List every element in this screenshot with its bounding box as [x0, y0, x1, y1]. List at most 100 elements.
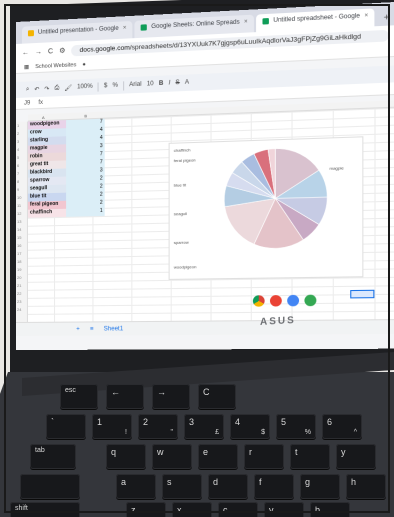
row-number[interactable]: 11: [17, 203, 21, 208]
key-letter-row4-5[interactable]: b: [310, 502, 350, 517]
row-number[interactable]: 20: [17, 275, 21, 280]
key-label: q: [111, 447, 117, 457]
row-number[interactable]: 6: [17, 163, 19, 168]
paint-format-icon[interactable]: 🖌: [64, 84, 72, 91]
row-number[interactable]: 3: [17, 139, 19, 144]
row-number[interactable]: 13: [17, 219, 21, 224]
bold-icon[interactable]: B: [159, 81, 164, 87]
row-number[interactable]: 12: [17, 211, 21, 216]
key-1[interactable]: ←: [106, 384, 144, 409]
close-icon[interactable]: ×: [364, 13, 368, 20]
key-number-2[interactable]: 2 ": [138, 414, 178, 439]
row-number[interactable]: 9: [17, 187, 19, 192]
key-letter-row2-1[interactable]: q: [106, 444, 146, 469]
row-number[interactable]: 4: [17, 147, 19, 152]
key-number-4[interactable]: 4 $: [230, 414, 270, 439]
row-number[interactable]: 14: [17, 227, 21, 232]
key-label: z: [131, 505, 136, 515]
row-number[interactable]: 18: [17, 259, 21, 264]
search-icon[interactable]: ⌕: [26, 86, 29, 93]
row-number[interactable]: 24: [17, 307, 21, 312]
strikethrough-icon[interactable]: S: [176, 80, 180, 86]
row-number[interactable]: 16: [17, 243, 21, 248]
text-color-icon[interactable]: A: [185, 80, 189, 86]
close-icon[interactable]: ×: [123, 25, 127, 31]
reload-icon[interactable]: C: [48, 48, 53, 55]
key-letter-row4-3[interactable]: c: [218, 502, 258, 517]
key-letter-row3-1[interactable]: a: [116, 474, 156, 499]
row-number[interactable]: 10: [17, 195, 21, 200]
key-letter-row3-3[interactable]: d: [208, 474, 248, 499]
undo-icon[interactable]: ↶: [34, 85, 39, 92]
divider: [123, 80, 125, 91]
pie-chart[interactable]: chaffinch feral pigeon blue tit seagull …: [168, 136, 364, 280]
row-number[interactable]: 23: [17, 299, 21, 304]
row-number[interactable]: 22: [17, 291, 21, 296]
zoom-select[interactable]: 100%: [77, 84, 93, 91]
key-label: t: [295, 447, 298, 457]
key-letter-row4-2[interactable]: x: [172, 502, 212, 517]
row-number[interactable]: 19: [17, 267, 21, 272]
key-letter-row2-5[interactable]: t: [290, 444, 330, 469]
key-letter-row4-0[interactable]: shift: [10, 502, 80, 517]
key-letter-row3-0[interactable]: [20, 474, 80, 499]
key-alt-label: £: [215, 429, 219, 436]
chrome-icon[interactable]: [252, 295, 265, 307]
row-number[interactable]: 21: [17, 283, 21, 288]
key-0[interactable]: esc: [60, 384, 98, 409]
key-3[interactable]: C: [198, 384, 236, 409]
bird-count-cell[interactable]: 1: [66, 207, 105, 217]
close-icon[interactable]: ×: [244, 19, 248, 25]
sheet-tab-1[interactable]: Sheet1: [104, 326, 123, 332]
redo-icon[interactable]: ↷: [44, 85, 49, 92]
bookmark-school-websites[interactable]: School Websites: [35, 62, 76, 70]
key-number-0[interactable]: `: [46, 414, 86, 439]
key-label: →: [157, 387, 166, 397]
key-letter-row3-4[interactable]: f: [254, 474, 294, 499]
font-select[interactable]: Arial: [129, 82, 141, 89]
apps-icon[interactable]: ▦: [24, 64, 29, 70]
key-letter-row3-5[interactable]: g: [300, 474, 340, 499]
docs-icon[interactable]: [287, 294, 300, 307]
column-b-header[interactable]: B: [84, 113, 87, 118]
key-number-5[interactable]: 5%: [276, 414, 316, 439]
all-sheets-icon[interactable]: ≡: [90, 326, 94, 332]
key-letter-row4-1[interactable]: z: [126, 502, 166, 517]
name-box[interactable]: J9: [24, 100, 30, 106]
row-number[interactable]: 5: [17, 155, 19, 160]
add-sheet-icon[interactable]: +: [76, 326, 80, 332]
key-number-3[interactable]: 3 £: [184, 414, 224, 439]
row-number[interactable]: 15: [17, 235, 21, 240]
percent-button[interactable]: %: [112, 83, 117, 89]
site-info-icon[interactable]: ⚙: [59, 47, 65, 55]
key-letter-row4-4[interactable]: v: [264, 502, 304, 517]
key-number-1[interactable]: 1!: [92, 414, 132, 439]
key-letter-row3-6[interactable]: h: [346, 474, 386, 499]
key-number-6[interactable]: 6 ^: [322, 414, 362, 439]
row-number[interactable]: 2: [17, 131, 19, 136]
new-tab-icon[interactable]: +: [377, 11, 394, 26]
drive-icon[interactable]: [304, 294, 317, 307]
back-icon[interactable]: ←: [22, 49, 29, 56]
key-letter-row3-2[interactable]: s: [162, 474, 202, 499]
currency-button[interactable]: $: [104, 83, 107, 89]
row-number[interactable]: 1: [17, 123, 19, 128]
row-number[interactable]: 17: [17, 251, 21, 256]
github-icon[interactable]: ●: [82, 61, 85, 67]
row-number[interactable]: 7: [17, 171, 19, 176]
gmail-icon[interactable]: [269, 295, 282, 307]
forward-icon[interactable]: →: [35, 48, 42, 55]
font-size-field[interactable]: 10: [147, 81, 154, 87]
bird-name-cell[interactable]: chaffinch: [27, 208, 67, 218]
key-letter-row2-3[interactable]: e: [198, 444, 238, 469]
key-letter-row2-4[interactable]: r: [244, 444, 284, 469]
italic-icon[interactable]: I: [169, 80, 171, 86]
key-letter-row2-2[interactable]: w: [152, 444, 192, 469]
key-letter-row2-6[interactable]: y: [336, 444, 376, 469]
column-a-header[interactable]: A: [42, 115, 45, 120]
key-letter-row2-0[interactable]: tab: [30, 444, 76, 469]
key-2[interactable]: →: [152, 384, 190, 409]
selected-cell[interactable]: [350, 289, 375, 299]
row-number[interactable]: 8: [17, 179, 19, 184]
print-icon[interactable]: ⎙: [54, 85, 59, 92]
